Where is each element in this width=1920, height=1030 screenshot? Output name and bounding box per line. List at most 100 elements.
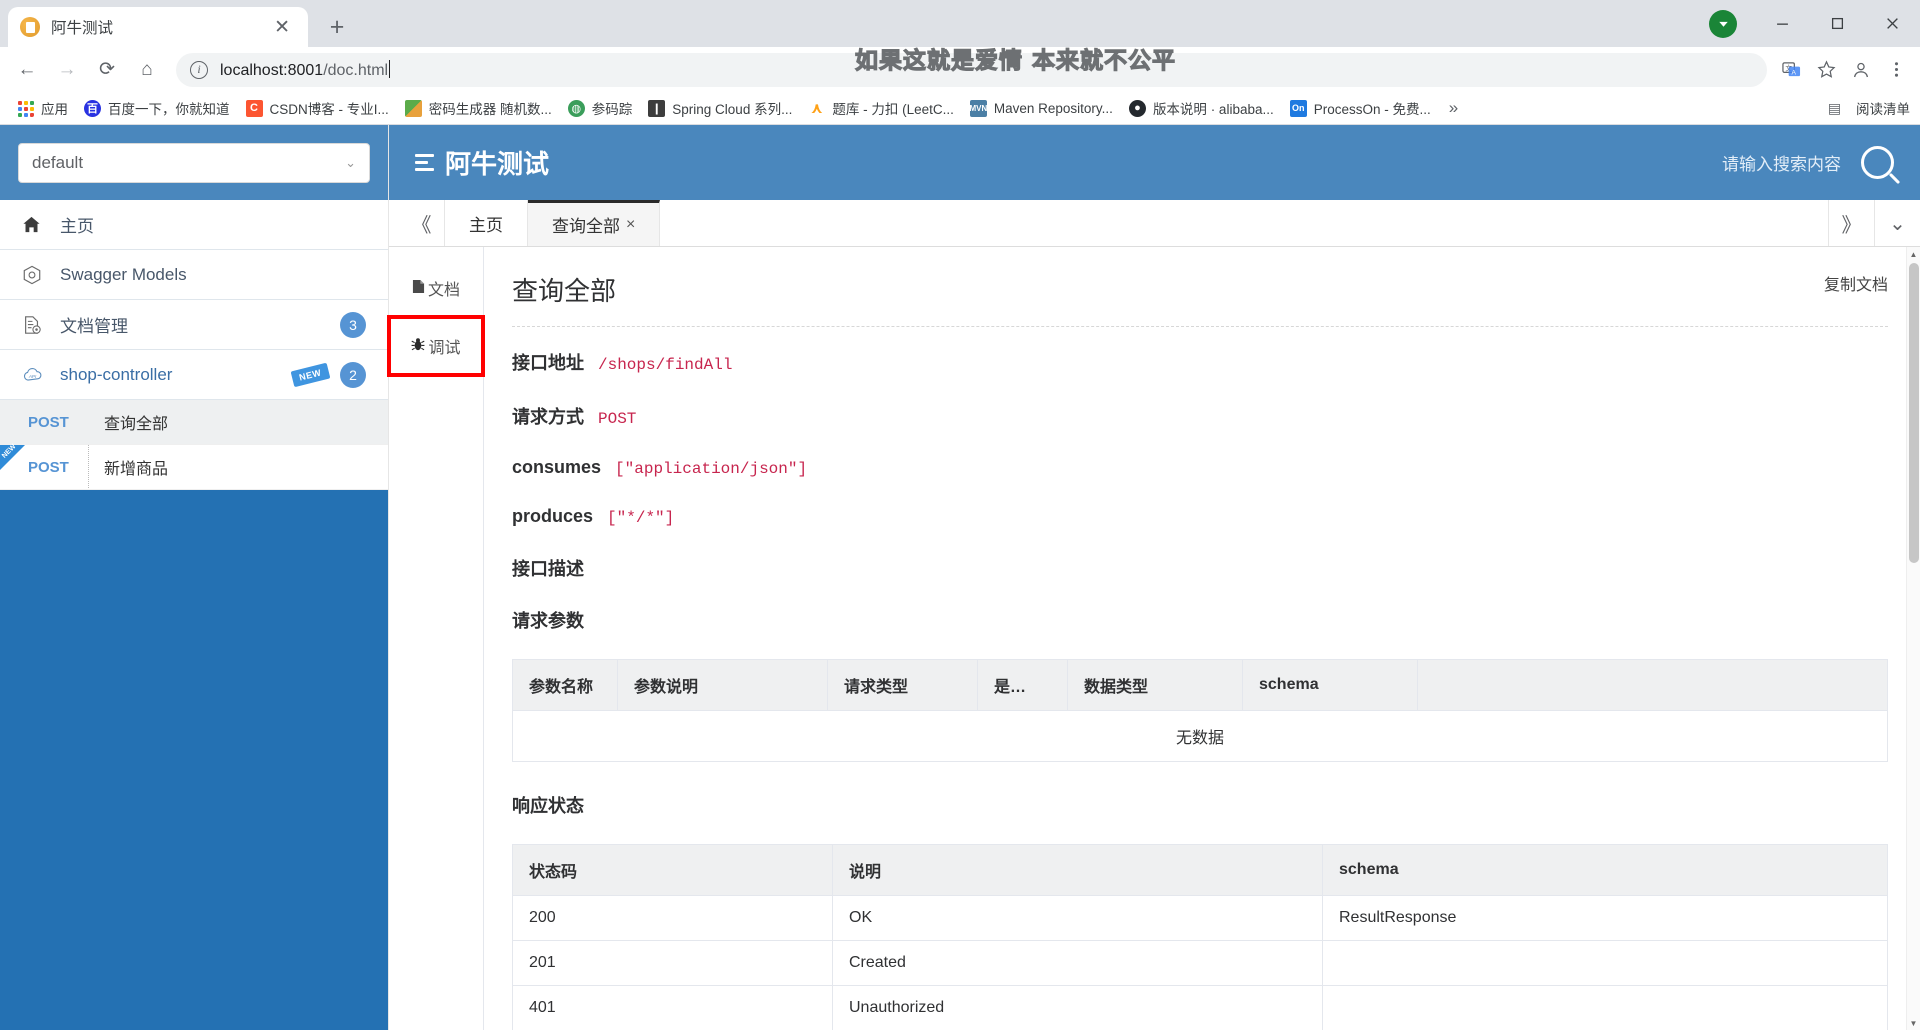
browser-tab[interactable]: 阿牛测试 ✕ — [8, 7, 308, 47]
column-header: 状态码 — [512, 844, 833, 896]
menu-kebab-icon[interactable] — [1880, 54, 1912, 86]
table-row: 201 Created — [512, 940, 1888, 986]
home-icon[interactable]: ⌂ — [128, 51, 166, 89]
bookmark-canmazong[interactable]: ◍ 参码踪 — [561, 94, 640, 122]
bookmark-label: Spring Cloud 系列... — [672, 102, 793, 117]
bookmarks-bar: 应用 百 百度一下，你就知道 C CSDN博客 - 专业I... 密码生成器 随… — [0, 92, 1920, 125]
vtab-document[interactable]: 文档 — [389, 259, 483, 317]
vtab-label: 文档 — [427, 282, 460, 299]
bookmark-alibaba-release[interactable]: ● 版本说明 · alibaba... — [1122, 94, 1281, 122]
api-cloud-icon: API — [22, 366, 48, 384]
http-method-label: POST — [28, 413, 69, 431]
copy-doc-button[interactable]: 复制文档 — [1824, 271, 1888, 295]
sidebar-item-home[interactable]: 主页 — [0, 200, 388, 250]
sidebar-item-shop-controller[interactable]: API shop-controller NEW 2 — [0, 350, 388, 400]
bookmark-leetcode[interactable]: ⋏ 题库 - 力扣 (LeetC... — [801, 94, 961, 122]
reload-icon[interactable]: ⟳ — [88, 51, 126, 89]
status-badge: 3 — [340, 311, 366, 338]
field-key: produces — [512, 506, 594, 526]
profile-icon[interactable] — [1845, 54, 1877, 86]
bookmark-apps[interactable]: 应用 — [10, 94, 75, 122]
tab-home[interactable]: 主页 — [445, 200, 528, 246]
close-window-button[interactable] — [1865, 0, 1920, 47]
translate-icon[interactable]: 文A — [1775, 54, 1807, 86]
field-value: ["*/*"] — [607, 509, 675, 527]
browser-toolbar: ← → ⟳ ⌂ i localhost:8001/doc.html 文A — [0, 47, 1920, 92]
api-item-find-all[interactable]: POST 查询全部 — [0, 400, 388, 445]
new-tab-button[interactable]: + — [320, 10, 354, 44]
maximize-button[interactable] — [1810, 0, 1865, 47]
processon-icon: On — [1289, 99, 1307, 117]
sidebar-item-doc-management[interactable]: 文档管理 3 — [0, 300, 388, 350]
section-title-params: 请求参数 — [512, 611, 584, 631]
tab-favicon-icon — [20, 17, 40, 37]
sidebar-filler — [0, 490, 388, 1030]
status-desc-cell: OK — [832, 895, 1323, 941]
forward-icon[interactable]: → — [48, 51, 86, 89]
home-icon — [22, 215, 48, 234]
bookmark-label: ProcessOn - 免费... — [1313, 102, 1431, 117]
bookmark-star-icon[interactable] — [1810, 54, 1842, 86]
window-controls — [1709, 0, 1920, 47]
scroll-down-icon[interactable]: ▼ — [1907, 1016, 1920, 1030]
minimize-button[interactable] — [1755, 0, 1810, 47]
new-ribbon-badge: NEW — [290, 362, 330, 387]
field-value: POST — [598, 410, 637, 428]
divider — [512, 326, 1888, 327]
api-item-add-product[interactable]: NEW POST 新增商品 — [0, 443, 388, 490]
hamburger-icon[interactable] — [415, 154, 434, 171]
field-request-method: 请求方式 POST — [512, 403, 1888, 429]
update-available-icon[interactable] — [1709, 9, 1737, 38]
column-header: 数据类型 — [1067, 659, 1243, 711]
sidebar-item-swagger-models[interactable]: Swagger Models — [0, 250, 388, 300]
status-code-cell: 201 — [512, 940, 833, 986]
password-icon — [404, 99, 422, 117]
vtab-debug[interactable]: 调试 — [387, 315, 485, 377]
address-bar-url: localhost:8001/doc.html — [220, 59, 391, 80]
bookmark-label: 密码生成器 随机数... — [428, 102, 552, 117]
scrollbar-thumb[interactable] — [1909, 263, 1919, 563]
bookmark-csdn[interactable]: C CSDN博客 - 专业I... — [239, 94, 396, 122]
sidebar-item-label: Swagger Models — [60, 264, 187, 284]
doc-title: 查询全部 — [512, 276, 617, 306]
back-icon[interactable]: ← — [8, 51, 46, 89]
tab-close-icon[interactable]: ✕ — [268, 18, 296, 37]
field-key: 请求方式 — [512, 407, 584, 427]
search-icon[interactable] — [1861, 146, 1894, 179]
field-key: consumes — [512, 457, 602, 477]
bookmark-maven-repository[interactable]: MVN Maven Repository... — [963, 96, 1120, 121]
tabbar-dropdown-icon[interactable]: ⌄ — [1874, 200, 1920, 246]
bookmark-password-generator[interactable]: 密码生成器 随机数... — [398, 94, 559, 122]
doc-area: 文档 调试 查询全部 复制文档 接口地址 /shops/findAll 请求方式… — [387, 247, 1920, 1030]
status-desc-cell: Created — [832, 940, 1323, 986]
tab-find-all[interactable]: 查询全部 × — [528, 200, 661, 246]
bookmark-label: 应用 — [41, 102, 68, 117]
bookmark-processon[interactable]: On ProcessOn - 免费... — [1283, 94, 1438, 122]
reading-list-entry[interactable]: ▤ 阅读清单 — [1826, 98, 1910, 118]
bookmarks-overflow-icon[interactable]: » — [1440, 98, 1467, 118]
group-select[interactable]: default ⌄ — [18, 142, 370, 183]
svg-text:A: A — [1791, 69, 1796, 76]
api-item-label: 查询全部 — [104, 416, 169, 433]
column-header: 参数名称 — [512, 659, 618, 711]
tabbar-collapse-left-icon[interactable]: 《 — [399, 200, 445, 246]
column-header: 说明 — [832, 844, 1323, 896]
site-info-icon[interactable]: i — [190, 60, 208, 79]
search-input[interactable]: 请输入搜索内容 — [1722, 150, 1841, 175]
bookmark-spring-cloud[interactable]: ❙ Spring Cloud 系列... — [641, 94, 799, 122]
field-key: 接口地址 — [512, 353, 584, 373]
tabbar-expand-right-icon[interactable]: 》 — [1828, 200, 1874, 246]
sidebar-item-label: shop-controller — [60, 364, 173, 384]
toolbar-icons: 文A — [1775, 54, 1912, 86]
sidebar-item-label: 文档管理 — [60, 317, 128, 336]
browser-tab-title: 阿牛测试 — [51, 20, 114, 37]
bookmark-baidu[interactable]: 百 百度一下，你就知道 — [77, 94, 237, 122]
scroll-up-icon[interactable]: ▲ — [1907, 247, 1920, 261]
tab-close-icon[interactable]: × — [626, 216, 635, 234]
content-scrollbar[interactable]: ▲ ▼ — [1906, 247, 1920, 1030]
table-empty-row: 无数据 — [512, 710, 1888, 762]
bookmark-label: 百度一下，你就知道 — [108, 102, 230, 117]
address-bar[interactable]: i localhost:8001/doc.html — [176, 52, 1767, 87]
browser-window: 阿牛测试 ✕ + ← → ⟳ ⌂ i localhost:8001/doc.ht… — [0, 0, 1920, 1030]
